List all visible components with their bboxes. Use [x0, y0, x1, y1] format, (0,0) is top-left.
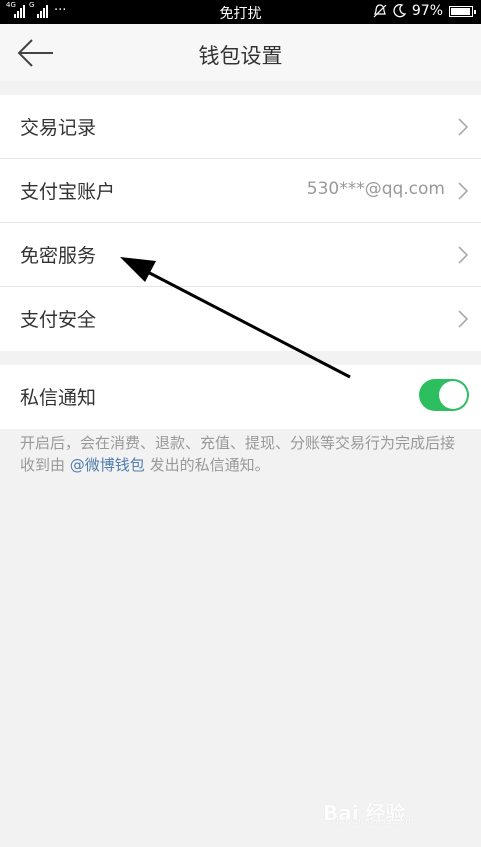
menu-item-label: 支付安全	[20, 309, 97, 331]
chevron-right-icon	[458, 182, 469, 200]
battery-icon	[449, 5, 476, 17]
moon-icon	[393, 4, 406, 18]
menu-item-alipay-account[interactable]: 支付宝账户 530***@qq.com	[0, 159, 481, 223]
notify-section: 私信通知	[0, 365, 481, 429]
menu-item-label: 支付宝账户	[20, 181, 116, 203]
description-text-end: 发出的私信通知。	[144, 456, 270, 474]
weibo-wallet-link[interactable]: @微博钱包	[70, 456, 145, 474]
menu-item-password-free[interactable]: 免密服务	[0, 223, 481, 287]
chevron-right-icon	[458, 246, 469, 264]
watermark: Bai 经验 jingyan.baidu.com	[323, 797, 453, 831]
menu-item-label: 交易记录	[20, 117, 97, 139]
alipay-account-value: 530***@qq.com	[306, 179, 445, 199]
status-right: 97%	[373, 3, 476, 19]
menu-item-transactions[interactable]: 交易记录	[0, 95, 481, 159]
chevron-right-icon	[458, 118, 469, 136]
notify-toggle[interactable]	[419, 379, 469, 411]
mute-bell-icon	[373, 4, 387, 18]
toggle-knob	[439, 381, 467, 409]
notify-description: 开启后，会在消费、退款、充值、提现、分账等交易行为完成后接收到由 @微博钱包 发…	[20, 432, 460, 476]
notify-label: 私信通知	[20, 387, 97, 409]
notify-row: 私信通知	[0, 365, 481, 429]
settings-menu: 交易记录 支付宝账户 530***@qq.com 免密服务 支付安全	[0, 95, 481, 351]
chevron-right-icon	[458, 310, 469, 328]
navigation-bar: 钱包设置	[0, 24, 481, 81]
status-bar: 4G G ··· 免打扰 97%	[0, 0, 481, 24]
watermark-url: jingyan.baidu.com	[331, 817, 415, 827]
battery-fill	[451, 7, 471, 15]
page-title: 钱包设置	[198, 44, 283, 68]
menu-item-label: 免密服务	[20, 245, 97, 267]
battery-percent: 97%	[411, 3, 443, 19]
menu-item-payment-security[interactable]: 支付安全	[0, 287, 481, 351]
